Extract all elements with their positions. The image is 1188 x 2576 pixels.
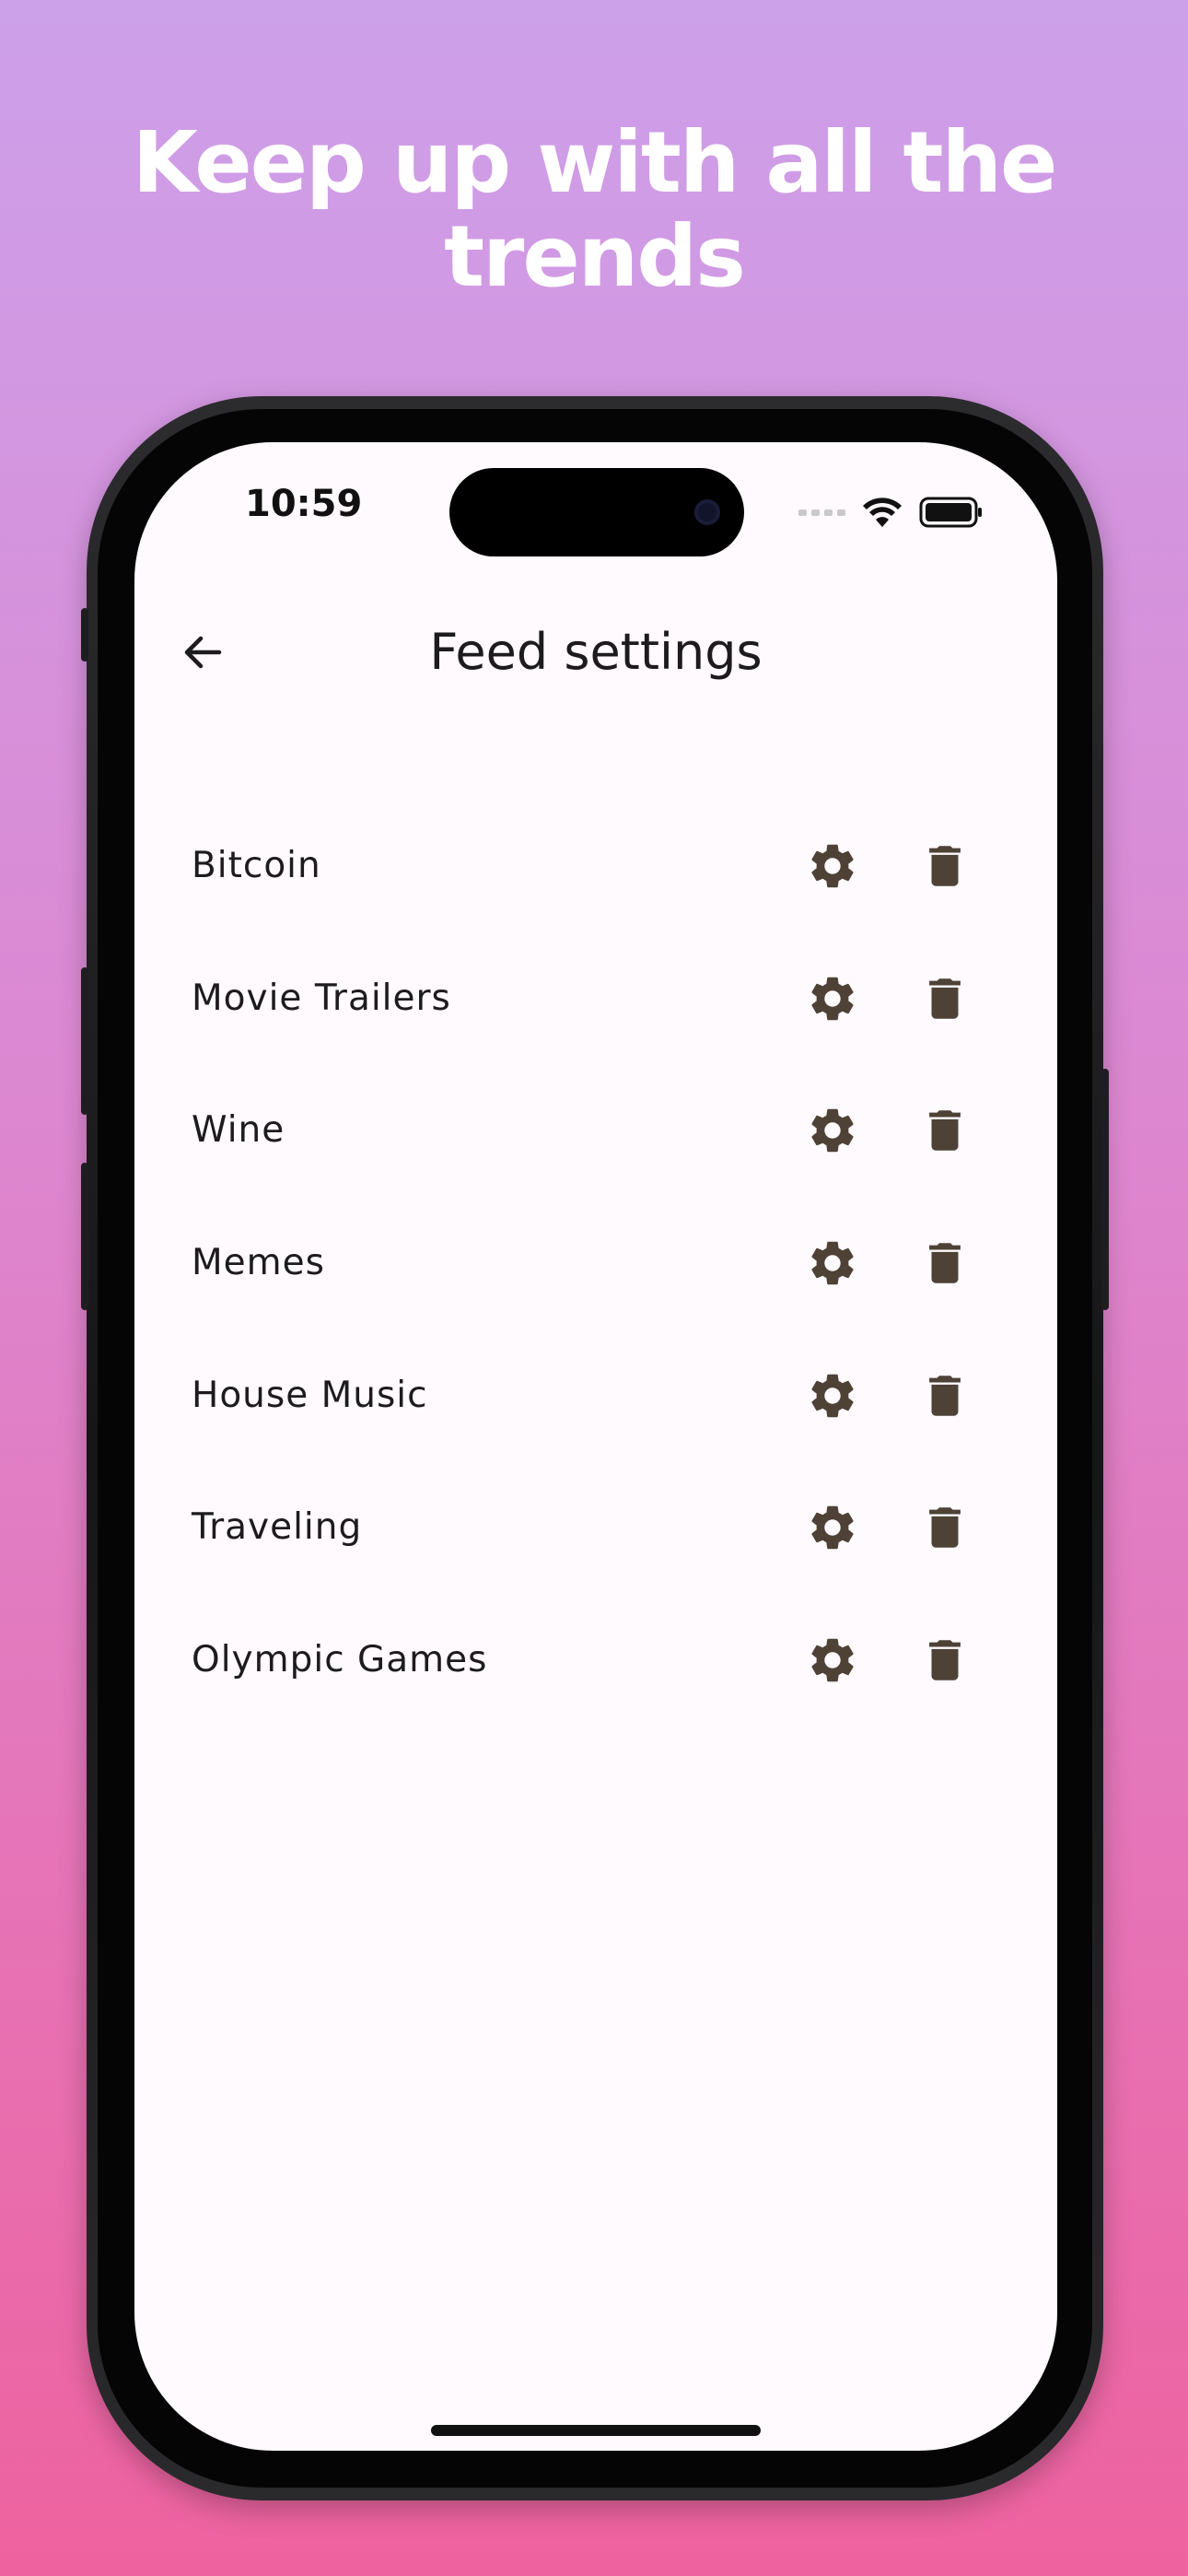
wifi-icon: [863, 498, 902, 527]
feed-settings-button[interactable]: [803, 1234, 862, 1293]
feed-item-label: Movie Trailers: [192, 977, 451, 1019]
app-screen: 10:59 Feed settings Bitcoin Movie Trailer…: [134, 442, 1057, 2451]
feed-settings-button[interactable]: [803, 1101, 862, 1160]
gear-icon: [811, 977, 854, 1020]
back-button[interactable]: [171, 621, 234, 684]
phone-volume-down-button: [81, 1163, 88, 1310]
feed-item-label: Olympic Games: [192, 1639, 488, 1681]
feed-list: Bitcoin Movie Trailers Wine Memes House Musi…: [134, 800, 1057, 1727]
feed-delete-button[interactable]: [915, 1366, 974, 1425]
feed-item[interactable]: Traveling: [134, 1461, 1057, 1594]
feed-delete-button[interactable]: [915, 1234, 974, 1293]
feed-item-label: Memes: [192, 1242, 325, 1284]
gear-icon: [811, 1374, 854, 1417]
feed-item-label: Bitcoin: [192, 845, 321, 886]
feed-item[interactable]: Olympic Games: [134, 1594, 1057, 1727]
trash-icon: [929, 1507, 961, 1549]
feed-delete-button[interactable]: [915, 969, 974, 1028]
feed-settings-button[interactable]: [803, 1631, 862, 1690]
feed-delete-button[interactable]: [915, 837, 974, 896]
feed-settings-button[interactable]: [803, 969, 862, 1028]
feed-item-label: Traveling: [192, 1506, 363, 1549]
feed-delete-button[interactable]: [915, 1631, 974, 1690]
top-app-bar: Feed settings: [134, 608, 1057, 697]
trash-icon: [929, 978, 961, 1019]
trash-icon: [929, 1243, 961, 1283]
feed-item[interactable]: Bitcoin: [134, 800, 1057, 932]
feed-settings-button[interactable]: [803, 1366, 862, 1425]
feed-item-label: Wine: [192, 1109, 285, 1152]
promo-headline-line2: trends: [444, 207, 746, 306]
feed-delete-button[interactable]: [915, 1498, 974, 1557]
phone-power-button: [1101, 1069, 1109, 1310]
battery-icon: [919, 497, 982, 528]
page-title: Feed settings: [429, 623, 763, 681]
phone-action-button: [81, 608, 88, 662]
promo-headline-line1: Keep up with all the: [132, 113, 1058, 212]
cellular-signal-icon: [798, 509, 845, 516]
home-indicator[interactable]: [431, 2425, 761, 2436]
gear-icon: [811, 1109, 854, 1153]
phone-volume-up-button: [81, 967, 88, 1115]
feed-item-label: House Music: [192, 1374, 428, 1416]
feed-item[interactable]: Movie Trailers: [134, 932, 1057, 1065]
feed-settings-button[interactable]: [803, 1498, 862, 1557]
gear-icon: [811, 844, 854, 888]
gear-icon: [811, 1506, 854, 1550]
arrow-left-icon: [184, 636, 222, 669]
status-icons: [798, 492, 984, 533]
feed-settings-button[interactable]: [803, 837, 862, 896]
feed-item[interactable]: Wine: [134, 1064, 1057, 1197]
feed-item[interactable]: Memes: [134, 1197, 1057, 1329]
trash-icon: [929, 1110, 961, 1152]
trash-icon: [929, 1376, 961, 1416]
trash-icon: [929, 1640, 961, 1680]
gear-icon: [811, 1638, 854, 1682]
status-time: 10:59: [245, 483, 363, 525]
feed-delete-button[interactable]: [915, 1101, 974, 1160]
dynamic-island: [449, 468, 744, 556]
gear-icon: [811, 1241, 854, 1285]
promo-headline: Keep up with all the trends: [0, 116, 1188, 304]
feed-item[interactable]: House Music: [134, 1329, 1057, 1462]
trash-icon: [929, 846, 961, 886]
front-camera: [694, 499, 720, 525]
